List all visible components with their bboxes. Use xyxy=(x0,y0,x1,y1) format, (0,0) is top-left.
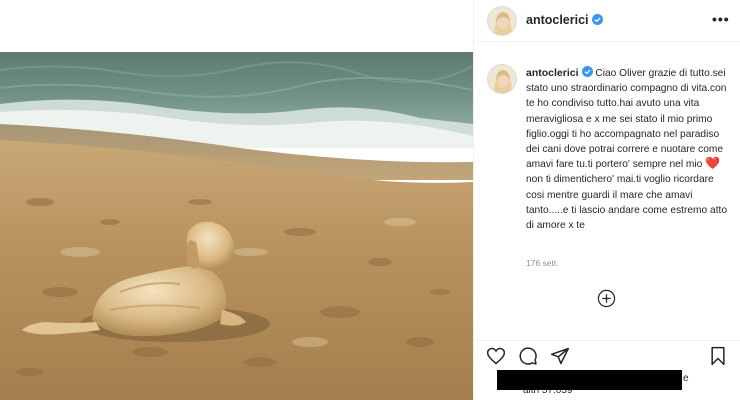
heart-icon[interactable] xyxy=(486,346,506,366)
verified-badge-icon xyxy=(581,66,593,77)
caption-text: antoclerici Ciao Oliver grazie di tutto.… xyxy=(526,66,732,233)
action-bar xyxy=(474,340,740,370)
verified-badge-icon xyxy=(591,14,603,25)
comment-icon[interactable] xyxy=(518,346,538,366)
caption-username[interactable]: antoclerici xyxy=(526,67,579,79)
caption-row: antoclerici Ciao Oliver grazie di tutto.… xyxy=(474,42,740,342)
bookmark-icon[interactable] xyxy=(708,346,728,366)
caption-body-part-1: Ciao Oliver grazie di tutto.sei stato un… xyxy=(526,68,727,171)
post-sidebar: antoclerici ••• antoclerici Ciao Oliver … xyxy=(473,0,740,400)
avatar[interactable] xyxy=(487,6,517,36)
avatar-image xyxy=(488,65,516,93)
post-header: antoclerici ••• xyxy=(474,0,740,42)
more-options-icon[interactable]: ••• xyxy=(712,12,729,28)
post-photo[interactable] xyxy=(0,52,473,400)
avatar-image xyxy=(488,7,516,35)
header-username[interactable]: antoclerici xyxy=(526,13,603,27)
redacted-box xyxy=(497,370,682,390)
caption-avatar[interactable] xyxy=(487,64,517,94)
caption-body-part-2: non ti dimentichero' mai.ti voglio ricor… xyxy=(526,174,728,232)
likes-summary[interactable]: altri 57.659 e xyxy=(487,370,689,400)
photo-pane xyxy=(0,0,473,400)
red-heart-emoji: ❤️ xyxy=(705,156,721,171)
paper-plane-icon[interactable] xyxy=(550,346,570,366)
likes-connector: e xyxy=(683,373,689,384)
beach-dog-photo xyxy=(0,52,473,400)
plus-circle-icon[interactable] xyxy=(597,289,616,308)
caption-timestamp[interactable]: 176 sett. xyxy=(526,258,559,268)
username-text: antoclerici xyxy=(526,13,589,27)
